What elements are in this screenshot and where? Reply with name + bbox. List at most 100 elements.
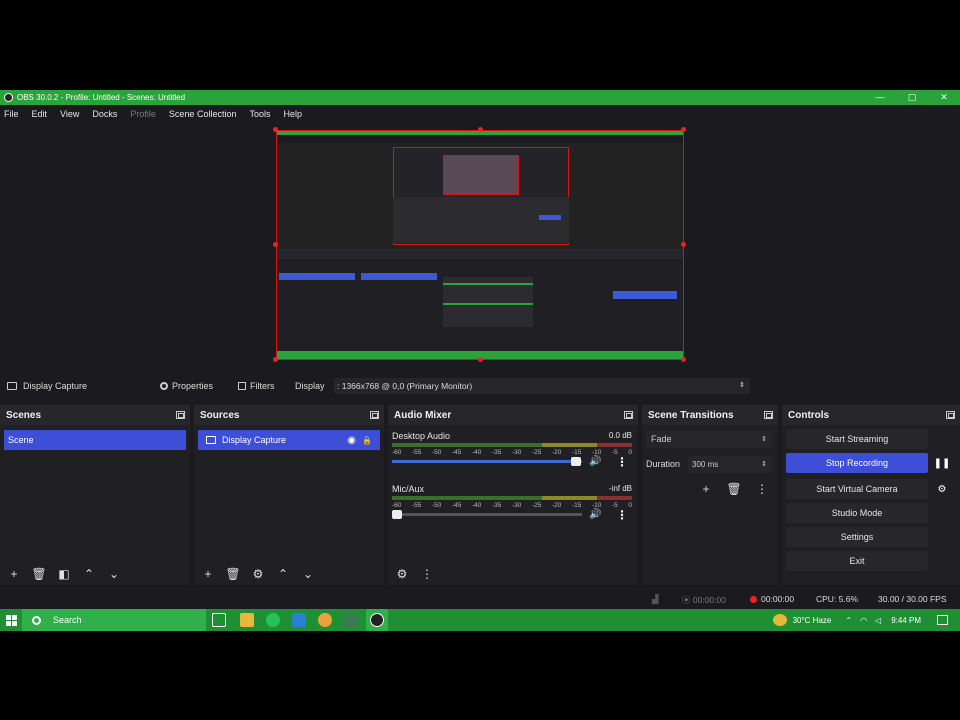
chrome-icon[interactable]	[318, 613, 332, 627]
pause-recording-button[interactable]: ❚❚	[932, 453, 952, 473]
scene-item-label: Scene	[8, 435, 34, 445]
resize-handle-top-left[interactable]	[273, 127, 278, 132]
remove-source-button[interactable]: 🗑	[223, 565, 243, 583]
start-streaming-button[interactable]: Start Streaming	[786, 429, 928, 449]
menu-profile[interactable]: Profile	[130, 109, 156, 119]
weather-text[interactable]: 30°C Haze	[793, 616, 832, 625]
start-button[interactable]	[0, 609, 22, 631]
clock[interactable]: 9:44 PM	[891, 616, 921, 625]
volume-icon[interactable]: ◁	[875, 616, 881, 625]
channel-menu-icon[interactable]: ⋮	[616, 508, 628, 522]
duration-spinbox[interactable]: 300 ms ⇕	[688, 456, 772, 473]
speaker-icon[interactable]: 🔊	[589, 456, 601, 467]
preview-nested-blue-button	[539, 215, 561, 220]
meter-tick-label: -40	[472, 449, 482, 456]
filters-button[interactable]: Filters	[232, 378, 281, 394]
display-label: Display	[295, 381, 325, 391]
undock-icon[interactable]	[764, 411, 773, 419]
menu-scene-collection[interactable]: Scene Collection	[169, 109, 237, 119]
undock-icon[interactable]	[946, 411, 955, 419]
eye-icon[interactable]: ◉	[347, 435, 356, 446]
move-up-button[interactable]: ⌃	[79, 565, 99, 583]
selected-source-name: Display Capture	[23, 381, 88, 391]
resize-handle-bottom-right[interactable]	[681, 357, 686, 362]
meter-tick-label: -25	[532, 502, 542, 509]
studio-mode-button[interactable]: Studio Mode	[786, 503, 928, 523]
tray-chevron-icon[interactable]: ⌃	[845, 616, 852, 625]
file-explorer-icon[interactable]	[240, 613, 254, 627]
source-item[interactable]: Display Capture ◉ 🔒	[198, 430, 380, 450]
resize-handle-top-right[interactable]	[681, 127, 686, 132]
resize-handle-bottom-left[interactable]	[273, 357, 278, 362]
cpu-usage: CPU: 5.6%	[816, 594, 859, 604]
wifi-icon[interactable]: ◠	[860, 616, 867, 625]
menu-file[interactable]: File	[4, 109, 19, 119]
undock-icon[interactable]	[624, 411, 633, 419]
resize-handle-left[interactable]	[273, 242, 278, 247]
move-down-button[interactable]: ⌄	[104, 565, 124, 583]
taskbar-search[interactable]: Search	[22, 609, 206, 631]
volume-slider[interactable]	[392, 457, 582, 466]
obs-icon	[370, 613, 384, 627]
notification-icon[interactable]	[937, 615, 948, 625]
start-virtual-camera-button[interactable]: Start Virtual Camera	[786, 479, 928, 499]
minimize-button[interactable]: —	[864, 90, 896, 105]
stop-recording-button[interactable]: Stop Recording	[786, 453, 928, 473]
volume-slider[interactable]	[392, 510, 582, 519]
status-bar: ▟ ⦿ 00:00:00 00:00:00 CPU: 5.6% 30.00 / …	[0, 590, 960, 608]
volume-meter	[392, 496, 632, 500]
lock-icon[interactable]: 🔒	[362, 436, 372, 445]
meter-tick-label: 0	[628, 502, 632, 509]
menu-docks[interactable]: Docks	[92, 109, 117, 119]
vscode-icon[interactable]	[292, 613, 306, 627]
remove-scene-button[interactable]: 🗑	[29, 565, 49, 583]
resize-handle-right[interactable]	[681, 242, 686, 247]
channel-menu-icon[interactable]: ⋮	[616, 455, 628, 469]
display-select[interactable]: : 1366x768 @ 0,0 (Primary Monitor) ⇕	[334, 378, 750, 394]
audio-mixer-title: Audio Mixer	[394, 409, 452, 421]
undock-icon[interactable]	[176, 411, 185, 419]
scenes-dock-header: Scenes	[0, 405, 190, 425]
add-transition-button[interactable]: +	[696, 480, 716, 498]
transition-select[interactable]: Fade ⇕	[646, 431, 772, 448]
audio-mixer-toolbar: ⚙ ⋮	[388, 563, 638, 585]
speaker-icon[interactable]: 🔊	[589, 509, 601, 520]
monitor-icon	[206, 436, 216, 444]
menu-edit[interactable]: Edit	[32, 109, 48, 119]
volume-slider-knob[interactable]	[571, 457, 582, 466]
resize-handle-bottom[interactable]	[478, 357, 483, 362]
add-source-button[interactable]: +	[198, 565, 218, 583]
move-up-button[interactable]: ⌃	[273, 565, 293, 583]
remove-transition-button[interactable]: 🗑	[724, 480, 744, 498]
volume-slider-knob[interactable]	[392, 510, 402, 519]
virtual-camera-settings-gear-icon[interactable]: ⚙	[932, 479, 952, 499]
spin-arrows-icon[interactable]: ⇕	[761, 456, 767, 473]
settings-button[interactable]: Settings	[786, 527, 928, 547]
source-properties-button[interactable]: ⚙	[248, 565, 268, 583]
meter-tick-label: -20	[552, 502, 562, 509]
properties-button[interactable]: Properties	[154, 378, 219, 394]
advanced-audio-button[interactable]: ⚙	[392, 565, 412, 583]
mixer-menu-button[interactable]: ⋮	[417, 565, 437, 583]
maximize-button[interactable]: ▢	[896, 90, 928, 105]
menu-view[interactable]: View	[60, 109, 79, 119]
window-titlebar[interactable]: OBS 30.0.2 - Profile: Untitled - Scenes:…	[0, 90, 960, 105]
add-scene-button[interactable]: +	[4, 565, 24, 583]
move-down-button[interactable]: ⌄	[298, 565, 318, 583]
menu-tools[interactable]: Tools	[249, 109, 270, 119]
resize-handle-top[interactable]	[478, 127, 483, 132]
undock-icon[interactable]	[370, 411, 379, 419]
menu-help[interactable]: Help	[283, 109, 302, 119]
close-button[interactable]: ✕	[928, 90, 960, 105]
whatsapp-icon[interactable]	[266, 613, 280, 627]
properties-label: Properties	[172, 381, 214, 391]
exit-button[interactable]: Exit	[786, 551, 928, 571]
transition-menu-button[interactable]: ⋮	[752, 480, 772, 498]
preview-canvas[interactable]	[276, 130, 684, 360]
scene-filters-button[interactable]: ◧	[54, 565, 74, 583]
meter-tick-label: -50	[432, 449, 442, 456]
scene-item[interactable]: Scene	[4, 430, 186, 450]
task-view-icon[interactable]	[212, 613, 226, 627]
app-icon[interactable]	[344, 613, 358, 627]
window-title: OBS 30.0.2 - Profile: Untitled - Scenes:…	[17, 93, 186, 102]
